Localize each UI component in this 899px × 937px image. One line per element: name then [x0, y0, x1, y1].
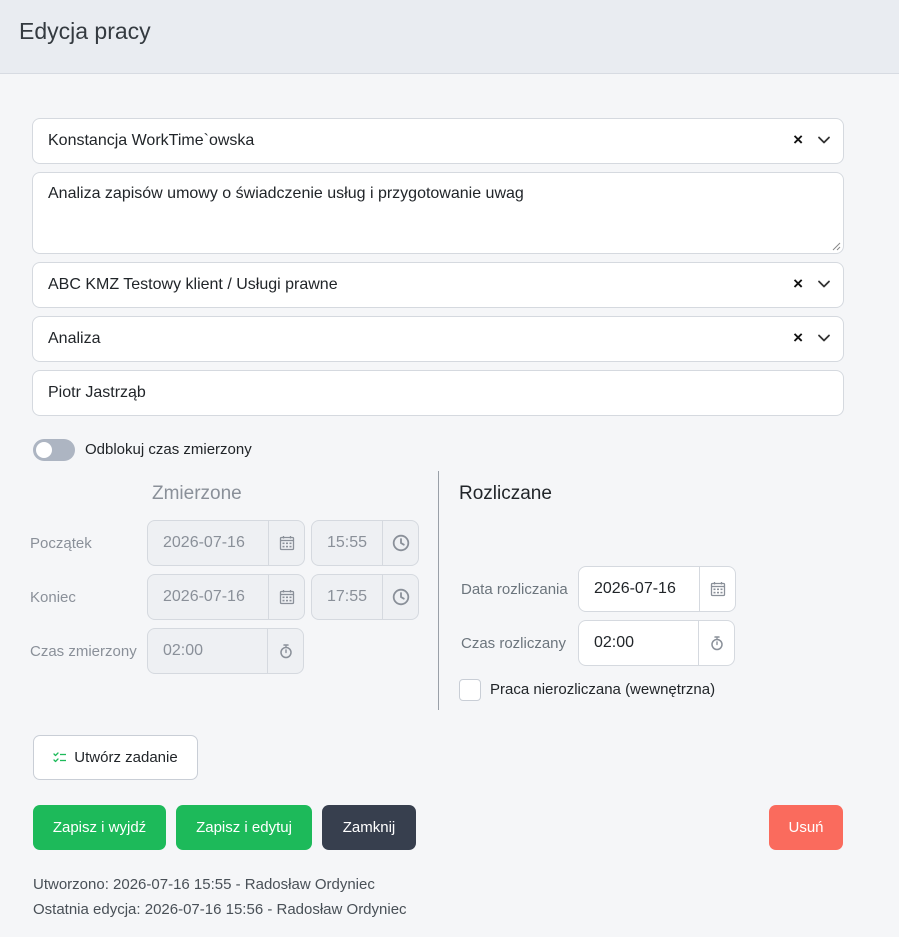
calendar-icon	[710, 581, 726, 597]
clock-icon	[392, 588, 410, 606]
description-textarea[interactable]: Analiza zapisów umowy o świadczenie usłu…	[32, 172, 844, 254]
create-task-button[interactable]: Utwórz zadanie	[33, 735, 198, 780]
chevron-down-icon[interactable]	[817, 133, 831, 147]
create-task-label: Utwórz zadanie	[74, 749, 178, 766]
measured-title: Zmierzone	[152, 483, 242, 504]
employee-value: Konstancja WorkTime`owska	[48, 132, 255, 149]
edited-info: Ostatnia edycja: 2026-07-16 15:56 - Rado…	[33, 901, 407, 918]
internal-work-label[interactable]: Praca nierozliczana (wewnętrzna)	[490, 681, 715, 698]
start-date-value: 2026-07-16	[163, 534, 245, 551]
employee-clear-icon[interactable]: ×	[793, 130, 803, 150]
start-label: Początek	[30, 535, 92, 552]
measured-duration-input[interactable]: 02:00	[147, 628, 304, 674]
stopwatch-icon	[278, 643, 294, 659]
chevron-down-icon[interactable]	[817, 331, 831, 345]
start-date-input[interactable]: 2026-07-16	[147, 520, 305, 566]
delete-button[interactable]: Usuń	[769, 805, 843, 850]
billed-duration-label: Czas rozliczany	[461, 635, 567, 652]
internal-work-checkbox[interactable]	[459, 679, 481, 701]
activity-clear-icon[interactable]: ×	[793, 328, 803, 348]
chevron-down-icon[interactable]	[817, 277, 831, 291]
clock-icon	[392, 534, 410, 552]
person-input[interactable]: Piotr Jastrząb	[32, 370, 844, 416]
toggle-knob	[36, 442, 52, 458]
calendar-icon	[279, 589, 295, 605]
billed-duration-input[interactable]: 02:00	[578, 620, 735, 666]
end-time-input[interactable]: 17:55	[311, 574, 419, 620]
start-date-picker[interactable]	[268, 521, 304, 565]
unlock-measured-toggle[interactable]	[33, 439, 75, 461]
close-button[interactable]: Zamknij	[322, 805, 416, 850]
activity-select[interactable]: Analiza ×	[32, 316, 844, 362]
start-time-value: 15:55	[327, 534, 368, 551]
save-exit-button[interactable]: Zapisz i wyjdź	[33, 805, 166, 850]
section-divider	[438, 471, 439, 710]
description-value: Analiza zapisów umowy o świadczenie usłu…	[48, 185, 524, 202]
measured-duration-label: Czas zmierzony	[30, 643, 137, 660]
measured-duration-addon	[267, 629, 303, 673]
activity-value: Analiza	[48, 330, 101, 347]
billed-title: Rozliczane	[459, 483, 552, 504]
person-value: Piotr Jastrząb	[48, 384, 146, 401]
billed-duration-value: 02:00	[594, 634, 635, 651]
checklist-icon	[53, 751, 67, 762]
end-date-value: 2026-07-16	[163, 588, 245, 605]
end-date-picker[interactable]	[268, 575, 304, 619]
created-info: Utworzono: 2026-07-16 15:55 - Radosław O…	[33, 876, 375, 893]
page-title: Edycja pracy	[19, 18, 151, 44]
end-time-value: 17:55	[327, 588, 368, 605]
end-time-picker[interactable]	[382, 575, 418, 619]
calendar-icon	[279, 535, 295, 551]
employee-select[interactable]: Konstancja WorkTime`owska ×	[32, 118, 844, 164]
measured-duration-value: 02:00	[163, 642, 204, 659]
client-select[interactable]: ABC KMZ Testowy klient / Usługi prawne ×	[32, 262, 844, 308]
end-label: Koniec	[30, 589, 76, 606]
client-clear-icon[interactable]: ×	[793, 274, 803, 294]
end-date-input[interactable]: 2026-07-16	[147, 574, 305, 620]
billed-duration-addon	[698, 621, 734, 665]
start-time-input[interactable]: 15:55	[311, 520, 419, 566]
stopwatch-icon	[709, 635, 725, 651]
billing-date-label: Data rozliczania	[461, 581, 568, 598]
start-time-picker[interactable]	[382, 521, 418, 565]
unlock-measured-label: Odblokuj czas zmierzony	[85, 441, 252, 458]
client-value: ABC KMZ Testowy klient / Usługi prawne	[48, 276, 338, 293]
resize-handle-icon[interactable]	[832, 242, 841, 251]
billing-date-picker[interactable]	[699, 567, 735, 611]
page-header: Edycja pracy	[0, 0, 899, 74]
billing-date-input[interactable]: 2026-07-16	[578, 566, 736, 612]
save-edit-button[interactable]: Zapisz i edytuj	[176, 805, 312, 850]
billing-date-value: 2026-07-16	[594, 580, 676, 597]
